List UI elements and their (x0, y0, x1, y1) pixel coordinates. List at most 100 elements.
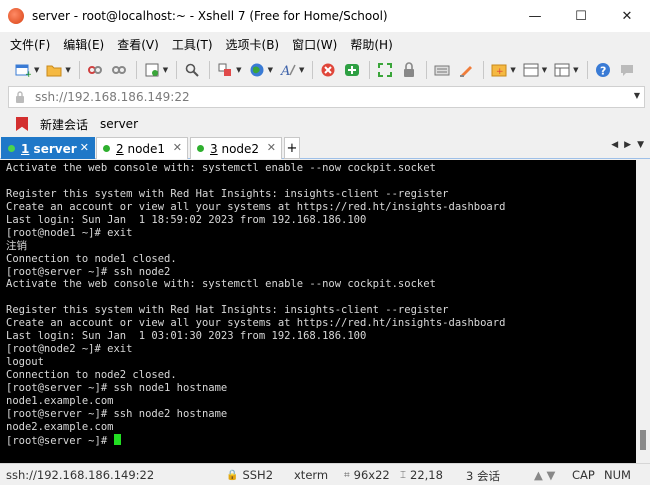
close-button[interactable]: ✕ (604, 0, 650, 32)
lock-icon: 🔒 (226, 469, 239, 481)
disconnect-icon[interactable] (84, 59, 106, 81)
toolbar: + ▼ ▼ ▼ ▼ ▼ A ▼ + ▼ ▼ ▼ ? (0, 56, 650, 84)
menu-window[interactable]: 窗口(W) (292, 36, 337, 53)
status-protocol: SSH2 (242, 468, 274, 482)
tab-navigation: ◀ ▶ ▼ (605, 140, 644, 150)
reconnect-icon[interactable] (108, 59, 130, 81)
toolbar-divider (176, 61, 178, 79)
menu-edit[interactable]: 编辑(E) (63, 36, 104, 53)
terminal-line: 注销 (6, 239, 27, 252)
terminal-line: node2.example.com (6, 420, 114, 433)
toolbar-divider (369, 61, 371, 79)
session-bar: 新建会话 server (0, 112, 650, 136)
tab-label: server (33, 141, 77, 156)
status-caps: CAP (572, 468, 595, 482)
tab-menu-icon[interactable]: ▼ (637, 140, 644, 150)
terminal-line: Last login: Sun Jan 1 18:59:02 2023 from… (6, 213, 367, 226)
chevron-down-icon[interactable]: ▼ (163, 66, 168, 74)
chat-icon[interactable] (616, 59, 638, 81)
menu-file[interactable]: 文件(F) (10, 36, 50, 53)
open-folder-icon[interactable] (43, 59, 65, 81)
chevron-down-icon[interactable]: ▼ (510, 66, 515, 74)
toolbar-divider (483, 61, 485, 79)
toolbar-divider (586, 61, 588, 79)
tab-layout-icon[interactable] (551, 59, 573, 81)
xftp-icon[interactable] (341, 59, 363, 81)
globe-icon[interactable] (246, 59, 268, 81)
search-icon[interactable] (181, 59, 203, 81)
terminal-line: Create an account or view all your syste… (6, 200, 506, 213)
terminal-line: node1.example.com (6, 394, 114, 407)
xshell-icon[interactable] (317, 59, 339, 81)
menu-tools[interactable]: 工具(T) (172, 36, 213, 53)
terminal-line: [root@server ~]# ssh node2 hostname (6, 407, 228, 420)
address-bar[interactable]: ssh://192.168.186.149:22 ▼ (8, 86, 645, 108)
tab-label: node1 (127, 141, 166, 156)
minimize-button[interactable]: — (512, 0, 558, 32)
font-icon[interactable]: A (277, 59, 299, 81)
tab-node1[interactable]: 2 node1 ✕ (96, 137, 188, 159)
server-session-link[interactable]: server (100, 117, 138, 131)
transfer-icon[interactable] (214, 59, 236, 81)
chevron-right-icon[interactable]: ▶ (624, 140, 631, 150)
terminal-line: Last login: Sun Jan 1 03:01:30 2023 from… (6, 330, 367, 343)
menu-tabs[interactable]: 选项卡(B) (226, 36, 280, 53)
status-sessions[interactable]: 3 会话 (466, 468, 500, 484)
chevron-down-icon[interactable]: ▼ (634, 91, 640, 100)
svg-text:?: ? (600, 65, 606, 78)
close-icon[interactable]: ✕ (267, 141, 276, 154)
tab-number: 1 (21, 141, 30, 156)
bookmark-icon (16, 117, 28, 131)
maximize-button[interactable]: ☐ (558, 0, 604, 32)
svg-text:+: + (496, 67, 504, 77)
arrow-down-icon[interactable]: ▼ (547, 468, 556, 482)
keyboard-icon[interactable] (431, 59, 453, 81)
status-terminal-type: xterm (294, 468, 329, 482)
svg-text:+: + (25, 70, 31, 78)
new-session-icon[interactable]: + (12, 59, 34, 81)
terminal-line: [root@node1 ~]# exit (6, 226, 133, 239)
properties-icon[interactable] (141, 59, 163, 81)
tab-node2[interactable]: 3 node2 ✕ (190, 137, 282, 159)
arrow-up-icon[interactable]: ▲ (534, 468, 543, 482)
address-input[interactable]: ssh://192.168.186.149:22 (35, 90, 190, 104)
chevron-down-icon[interactable]: ▼ (236, 66, 241, 74)
status-bar: ssh://192.168.186.149:22 🔒 SSH2 xterm ⌗ 96… (0, 463, 650, 485)
close-icon[interactable]: ✕ (80, 141, 89, 154)
terminal-line: [root@server ~]# ssh node1 hostname (6, 381, 228, 394)
menu-help[interactable]: 帮助(H) (350, 36, 392, 53)
toolbar-divider (209, 61, 211, 79)
chevron-down-icon[interactable]: ▼ (65, 66, 70, 74)
fullscreen-icon[interactable] (374, 59, 396, 81)
highlight-icon[interactable] (455, 59, 477, 81)
status-size: 96x22 (353, 468, 390, 482)
chevron-down-icon[interactable]: ▼ (34, 66, 39, 74)
terminal-prompt-line[interactable]: [root@server ~]# (6, 433, 636, 447)
menu-view[interactable]: 查看(V) (117, 36, 159, 53)
terminal-line: Activate the web console with: systemctl… (6, 278, 436, 291)
size-icon: ⌗ (344, 469, 350, 481)
new-session-link[interactable]: 新建会话 (40, 116, 88, 133)
help-icon[interactable]: ? (592, 59, 614, 81)
lock-icon[interactable] (398, 59, 420, 81)
close-icon[interactable]: ✕ (173, 141, 182, 154)
chevron-down-icon[interactable]: ▼ (299, 66, 304, 74)
chevron-down-icon[interactable]: ▼ (268, 66, 273, 74)
status-num: NUM (604, 468, 631, 482)
terminal-output[interactable]: Activate the web console with: systemctl… (0, 160, 636, 463)
tab-bar: 1 server ✕ 2 node1 ✕ 3 node2 ✕ + ◀ ▶ ▼ (0, 137, 650, 159)
chevron-down-icon[interactable]: ▼ (542, 66, 547, 74)
terminal-line: [root@server ~]# ssh node2 (6, 265, 171, 278)
layout-icon[interactable] (520, 59, 542, 81)
terminal-line: Create an account or view all your syste… (6, 317, 506, 330)
scrollbar-thumb[interactable] (640, 430, 646, 450)
add-tab-button[interactable]: + (284, 137, 300, 159)
xshell-logo-icon (8, 8, 24, 24)
new-tab-icon[interactable]: + (488, 59, 510, 81)
lock-icon (13, 89, 27, 105)
chevron-down-icon[interactable]: ▼ (573, 66, 578, 74)
chevron-left-icon[interactable]: ◀ (611, 140, 618, 150)
tab-server[interactable]: 1 server ✕ (1, 137, 95, 159)
terminal-prompt: [root@server ~]# (6, 434, 114, 447)
terminal-scrollbar[interactable] (636, 160, 650, 463)
